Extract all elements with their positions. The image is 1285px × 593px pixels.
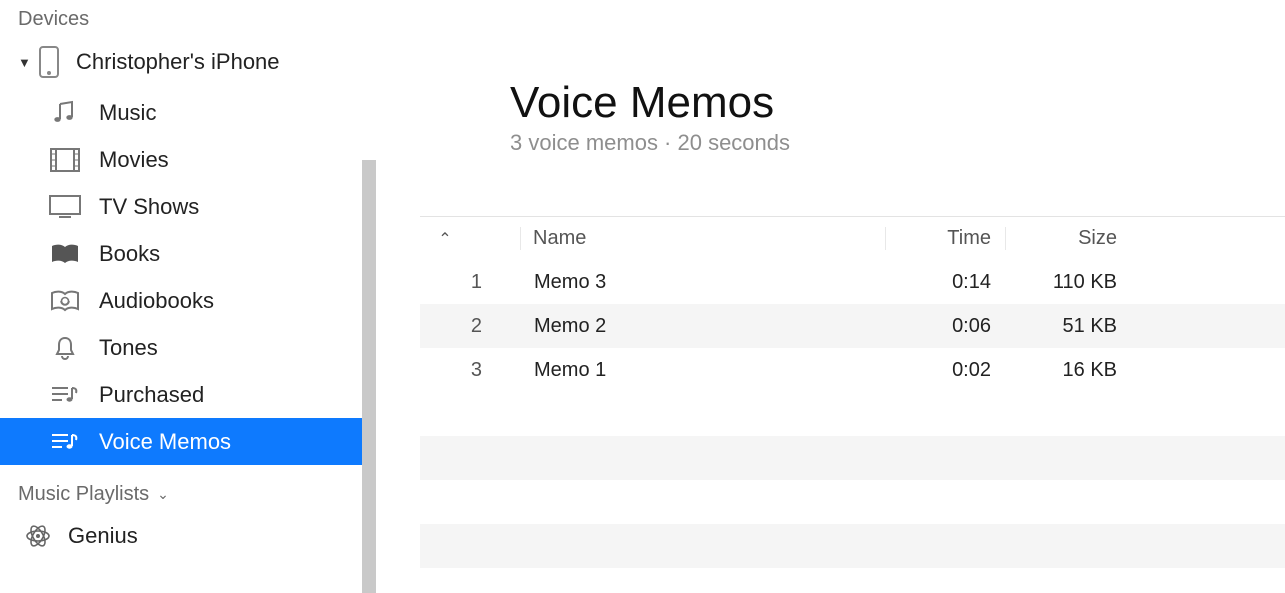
table-header-row: ⌃ Name Time Size [420, 216, 1285, 260]
memos-table: ⌃ Name Time Size 1 Memo 3 0:14 110 KB 2 … [380, 216, 1285, 568]
cell-index: 2 [420, 315, 520, 338]
cell-name: Memo 2 [520, 315, 885, 338]
sidebar-item-tvshows[interactable]: TV Shows [0, 183, 362, 230]
sidebar-item-label: Music [99, 100, 156, 126]
cell-size: 110 KB [1005, 271, 1135, 294]
sidebar-item-tones[interactable]: Tones [0, 324, 362, 371]
main-content: Voice Memos 3 voice memos · 20 seconds ⌃… [380, 0, 1285, 593]
playlist-icon [45, 380, 85, 410]
cell-size: 51 KB [1005, 315, 1135, 338]
genius-atom-icon [18, 521, 58, 551]
device-row[interactable]: ▼ Christopher's iPhone [0, 41, 362, 89]
bell-icon [45, 333, 85, 363]
sidebar-item-label: Purchased [99, 382, 204, 408]
sidebar-item-label: Audiobooks [99, 288, 214, 314]
audiobook-icon [45, 286, 85, 316]
devices-heading: Devices [0, 0, 362, 41]
cell-name: Memo 3 [520, 271, 885, 294]
table-row[interactable]: 1 Memo 3 0:14 110 KB [420, 260, 1285, 304]
sidebar-item-books[interactable]: Books [0, 230, 362, 277]
page-subtitle: 3 voice memos · 20 seconds [510, 130, 1285, 156]
music-note-icon [45, 98, 85, 128]
sidebar-item-movies[interactable]: Movies [0, 136, 362, 183]
column-header-size[interactable]: Size [1005, 227, 1135, 250]
device-label: Christopher's iPhone [76, 49, 280, 75]
sidebar-item-label: Movies [99, 147, 169, 173]
disclosure-triangle-icon[interactable]: ▼ [18, 55, 32, 70]
table-row[interactable]: 3 Memo 1 0:02 16 KB [420, 348, 1285, 392]
sidebar-item-music[interactable]: Music [0, 89, 362, 136]
empty-rows [420, 392, 1285, 568]
table-row[interactable]: 2 Memo 2 0:06 51 KB [420, 304, 1285, 348]
sidebar-item-label: TV Shows [99, 194, 199, 220]
column-header-time[interactable]: Time [885, 227, 1005, 250]
title-block: Voice Memos 3 voice memos · 20 seconds [380, 0, 1285, 156]
playlists-label: Music Playlists [18, 483, 149, 506]
sidebar-item-audiobooks[interactable]: Audiobooks [0, 277, 362, 324]
table-body: 1 Memo 3 0:14 110 KB 2 Memo 2 0:06 51 KB… [420, 260, 1285, 392]
cell-index: 1 [420, 271, 520, 294]
tv-icon [45, 192, 85, 222]
column-header-name[interactable]: Name [520, 227, 885, 250]
film-icon [45, 145, 85, 175]
voice-memos-icon [45, 427, 85, 457]
sidebar-item-purchased[interactable]: Purchased [0, 371, 362, 418]
page-title: Voice Memos [510, 78, 1285, 128]
sidebar-item-label: Tones [99, 335, 158, 361]
sort-indicator-icon[interactable]: ⌃ [420, 229, 470, 249]
cell-time: 0:14 [885, 271, 1005, 294]
books-icon [45, 239, 85, 269]
genius-label: Genius [68, 523, 138, 549]
cell-name: Memo 1 [520, 359, 885, 382]
music-playlists-heading[interactable]: Music Playlists ⌄ [0, 465, 362, 514]
cell-index: 3 [420, 359, 520, 382]
sidebar-resize-handle[interactable] [362, 0, 380, 593]
sidebar: Devices ▼ Christopher's iPhone Music Mov… [0, 0, 362, 593]
cell-size: 16 KB [1005, 359, 1135, 382]
cell-time: 0:02 [885, 359, 1005, 382]
sidebar-item-genius[interactable]: Genius [0, 514, 362, 558]
chevron-down-icon: ⌄ [157, 486, 169, 503]
device-nav-list: Music Movies TV Shows Books Audiobooks [0, 89, 362, 465]
sidebar-item-label: Voice Memos [99, 429, 231, 455]
sidebar-item-label: Books [99, 241, 160, 267]
cell-time: 0:06 [885, 315, 1005, 338]
iphone-icon [36, 45, 62, 79]
sidebar-item-voice-memos[interactable]: Voice Memos [0, 418, 362, 465]
